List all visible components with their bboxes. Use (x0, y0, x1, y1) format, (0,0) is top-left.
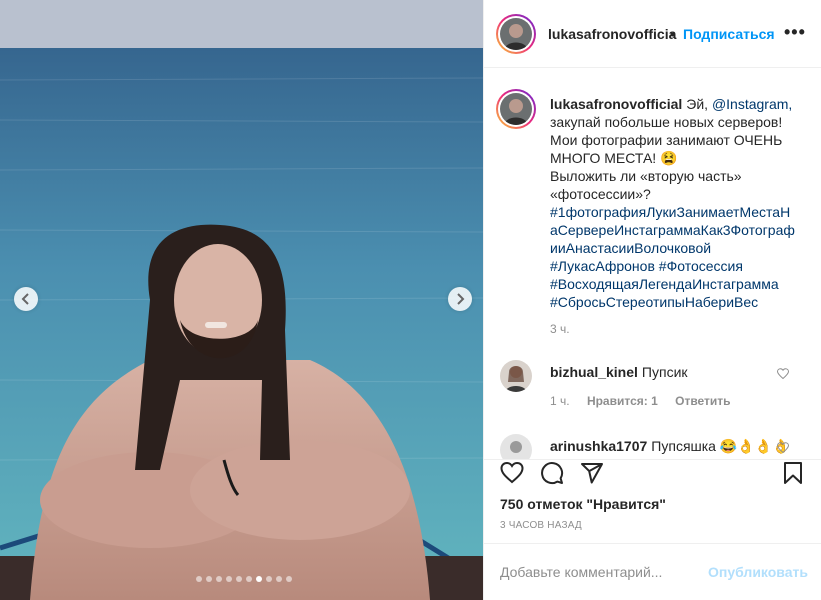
carousel-dot (206, 576, 212, 582)
comment-text: arinushka1707 Пупсяшка 😂👌👌👌 (550, 437, 790, 455)
comment-like-heart-icon[interactable] (777, 442, 789, 454)
carousel-indicator (196, 576, 292, 582)
caption-text-question: Выложить ли «вторую часть» «фотосессии»? (550, 168, 742, 202)
caption-text-body: закупай побольше новых серверов! Мои фот… (550, 114, 783, 166)
carousel-dot (226, 576, 232, 582)
caption-timestamp[interactable]: 3 ч. (550, 322, 570, 336)
post-actions: 750 отметок "Нравится" 3 часов назад (484, 459, 821, 543)
author-avatar[interactable] (496, 14, 536, 54)
chevron-left-icon (21, 293, 29, 305)
follow-button[interactable]: Подписаться (683, 26, 775, 42)
comment-body: Пупсик (641, 364, 688, 380)
bookmark-icon[interactable] (781, 461, 805, 485)
carousel-dot (216, 576, 222, 582)
post-timestamp[interactable]: 3 часов назад (500, 520, 582, 531)
comment-likes-count[interactable]: Нравится: 1 (587, 394, 658, 408)
comment-text: bizhual_kinel Пупсик (550, 363, 688, 381)
comment-body: Пупсяшка 😂👌👌👌 (651, 438, 790, 454)
likes-count[interactable]: 750 отметок "Нравится" (500, 496, 666, 512)
comment-icon[interactable] (540, 461, 564, 485)
commenter-avatar[interactable] (500, 360, 532, 392)
publish-button[interactable]: Опубликовать (708, 564, 808, 580)
sea-photo-image (0, 0, 483, 600)
comment-meta: 1 ч. Нравится: 1 Ответить (550, 394, 745, 408)
hashtag-link[interactable]: #1фотографияЛукиЗанимаетМестаНаСервереИн… (550, 203, 795, 257)
header-separator: • (670, 26, 675, 42)
comments-list[interactable]: lukasafronovofficial Эй, @Instagram, заку… (484, 69, 821, 459)
carousel-dot (196, 576, 202, 582)
previous-slide-button[interactable] (14, 287, 38, 311)
carousel-dot (266, 576, 272, 582)
post-caption: lukasafronovofficial Эй, @Instagram, заку… (550, 95, 795, 311)
commenter-username-link[interactable]: bizhual_kinel (550, 364, 638, 380)
next-slide-button[interactable] (448, 287, 472, 311)
caption-avatar-image (500, 93, 532, 125)
add-comment-bar: Опубликовать (484, 543, 821, 600)
more-options-icon[interactable]: ••• (784, 22, 806, 43)
commenter-avatar[interactable] (500, 434, 532, 459)
carousel-dot (256, 576, 262, 582)
carousel-dot (246, 576, 252, 582)
commenter-username-link[interactable]: arinushka1707 (550, 438, 647, 454)
reply-button[interactable]: Ответить (675, 394, 730, 408)
hashtag-link[interactable]: #СбросьСтереотипыНабериВес (550, 293, 795, 311)
carousel-dot (236, 576, 242, 582)
author-avatar-image (500, 18, 532, 50)
caption-text-start: Эй, (686, 96, 709, 112)
share-icon[interactable] (580, 461, 604, 485)
carousel-dot (286, 576, 292, 582)
post-photo[interactable] (0, 0, 484, 600)
comment-timestamp[interactable]: 1 ч. (550, 394, 570, 408)
post-header: lukasafronovofficia • Подписаться ••• (484, 0, 821, 68)
author-username-link[interactable]: lukasafronovofficia (548, 26, 676, 42)
carousel-dot (276, 576, 282, 582)
post-side-panel: lukasafronovofficia • Подписаться ••• lu… (484, 0, 821, 600)
caption-mention-link[interactable]: @Instagram, (712, 96, 792, 112)
comment-input[interactable] (500, 562, 700, 582)
chevron-right-icon (457, 293, 465, 305)
comment-like-heart-icon[interactable] (777, 368, 789, 380)
hashtag-link[interactable]: #ВосходящаяЛегендаИнстаграмма (550, 275, 795, 293)
heart-icon[interactable] (500, 461, 524, 485)
caption-author-avatar[interactable] (496, 89, 536, 129)
hashtag-link[interactable]: #ЛукасАфронов #Фотосессия (550, 257, 795, 275)
caption-username-link[interactable]: lukasafronovofficial (550, 96, 682, 112)
